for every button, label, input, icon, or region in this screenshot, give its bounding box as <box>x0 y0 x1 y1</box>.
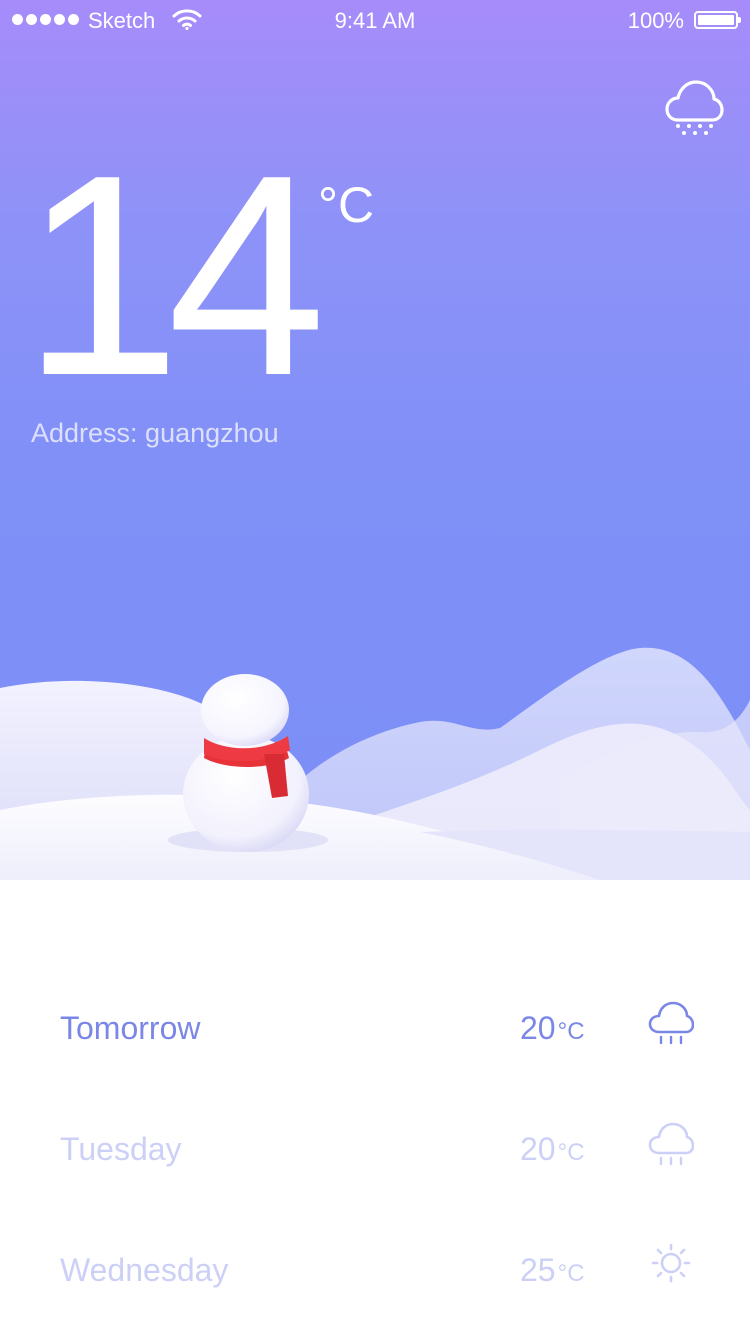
forecast-list: Tomorrow 20°C Tuesday 20°C Wednesday 25°… <box>0 880 750 1334</box>
forecast-temp-value: 25 <box>520 1252 556 1288</box>
rain-cloud-icon <box>648 1001 694 1045</box>
forecast-temp-unit: °C <box>557 1139 585 1166</box>
forecast-temp-unit: °C <box>557 1260 585 1287</box>
forecast-temp-value: 20 <box>520 1010 556 1046</box>
rain-cloud-icon <box>648 1122 694 1166</box>
temperature-unit: °C <box>318 177 375 233</box>
snow-landscape-illustration <box>0 647 750 880</box>
weather-screen: Sketch 9:41 AM 100% 14 °C Address: guang… <box>0 0 750 1334</box>
forecast-temperature: 25°C <box>520 1252 585 1289</box>
forecast-day: Wednesday <box>60 1252 229 1288</box>
snow-cloud-icon[interactable] <box>664 76 724 138</box>
hero-panel: Sketch 9:41 AM 100% 14 °C Address: guang… <box>0 0 750 880</box>
forecast-row-tomorrow[interactable]: Tomorrow 20°C <box>0 1000 750 1060</box>
current-temperature: 14 <box>22 115 326 435</box>
address-label: Address: guangzhou <box>31 418 279 448</box>
battery-percent: 100% <box>627 8 684 33</box>
sun-icon <box>651 1243 691 1283</box>
status-bar: Sketch 9:41 AM 100% <box>0 0 750 40</box>
forecast-temp-value: 20 <box>520 1131 556 1167</box>
forecast-row-tuesday[interactable]: Tuesday 20°C <box>0 1121 750 1181</box>
forecast-temperature: 20°C <box>520 1131 585 1168</box>
forecast-row-wednesday[interactable]: Wednesday 25°C <box>0 1242 750 1302</box>
forecast-day: Tuesday <box>60 1131 182 1167</box>
forecast-temp-unit: °C <box>557 1018 585 1045</box>
forecast-day: Tomorrow <box>60 1010 201 1046</box>
battery-icon <box>694 11 741 29</box>
forecast-temperature: 20°C <box>520 1010 585 1047</box>
